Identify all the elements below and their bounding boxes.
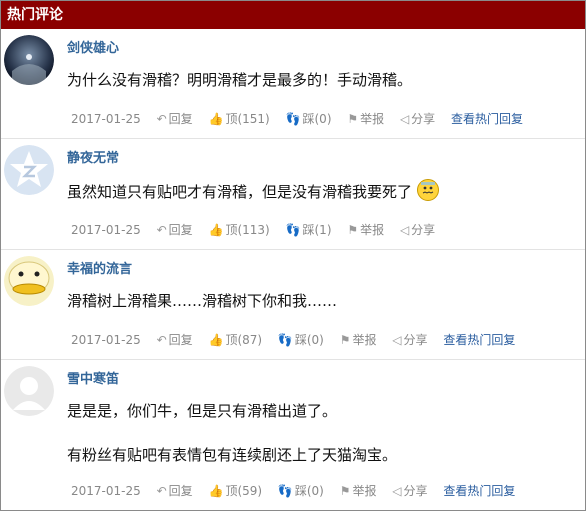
star-logo-avatar-icon[interactable] [4,145,54,195]
share-icon: ◁ [399,112,410,126]
comment-item: 静夜无常 虽然知道只有贴吧才有滑稽，但是没有滑稽我要死了 2017-01-25 … [1,139,585,250]
share-button[interactable]: ◁ 分享 [400,110,435,127]
report-button[interactable]: ⚑ 举报 [347,221,384,238]
space-earth-avatar-icon[interactable] [4,35,54,85]
reply-icon: ↶ [156,112,167,126]
reply-icon: ↶ [156,333,167,347]
comment-text: 为什么没有滑稽？明明滑稽才是最多的！手动滑稽。 [67,71,413,89]
comment-text: 是是是，你们牛，但是只有滑稽出道了。 [67,402,338,420]
thumbs-up-icon: 👍 [208,333,224,347]
share-icon: ◁ [392,484,402,498]
share-button[interactable]: ◁ 分享 [392,482,427,499]
footprint-icon: 👣 [285,112,301,126]
report-button[interactable]: ⚑ 举报 [340,331,377,348]
report-button[interactable]: ⚑ 举报 [347,110,384,127]
panel-title: 热门评论 [1,1,585,29]
flag-icon: ⚑ [339,484,351,498]
report-button[interactable]: ⚑ 举报 [340,482,377,499]
footprint-icon: 👣 [277,333,293,347]
flag-icon: ⚑ [347,223,359,237]
view-hot-replies-link[interactable]: 查看热门回复 [451,110,523,127]
reply-icon: ↶ [156,223,167,237]
footprint-icon: 👣 [285,223,301,237]
view-hot-replies-link[interactable]: 查看热门回复 [443,482,515,499]
dislike-button[interactable]: 👣 踩(0) [286,110,332,127]
comment-actions: 2017-01-25 ↶ 回复 👍 顶(87) 👣 踩(0) ⚑ 举报 ◁ 分享 查看热门… [71,331,527,348]
reply-button[interactable]: ↶ 回复 [157,221,193,238]
comment-text: 虽然知道只有贴吧才有滑稽，但是没有滑稽我要死了 [67,179,575,203]
dislike-button[interactable]: 👣 踩(0) [278,331,324,348]
reply-icon: ↶ [156,484,167,498]
hot-comments-panel: 热门评论 剑侠雄心 为什么没有滑稽？明明滑稽才是最多的！手动滑稽。 2017-0… [0,0,586,511]
dislike-button[interactable]: 👣 踩(0) [278,482,324,499]
comment-text: 滑稽树上滑稽果……滑稽树下你和我…… [67,292,338,310]
comment-actions: 2017-01-25 ↶ 回复 👍 顶(151) 👣 踩(0) ⚑ 举报 ◁ 分享 查看热… [71,110,535,127]
thumbs-up-icon: 👍 [208,223,224,237]
comment-item: 幸福的流言 滑稽树上滑稽果……滑稽树下你和我…… 2017-01-25 ↶ 回复 … [1,250,585,360]
comment-actions: 2017-01-25 ↶ 回复 👍 顶(59) 👣 踩(0) ⚑ 举报 ◁ 分享 查看热门… [71,482,527,499]
share-icon: ◁ [392,333,402,347]
comment-date: 2017-01-25 [71,483,141,498]
nervous-emoji-icon [416,179,439,201]
thumbs-up-icon: 👍 [208,112,224,126]
comment-date: 2017-01-25 [71,222,141,237]
like-button[interactable]: 👍 顶(87) [208,331,262,348]
share-button[interactable]: ◁ 分享 [400,221,435,238]
flag-icon: ⚑ [339,333,351,347]
comment-item: 雪中寒笛 是是是，你们牛，但是只有滑稽出道了。 有粉丝有贴吧有表情包有连续剧还上… [1,360,585,510]
like-button[interactable]: 👍 顶(113) [208,221,269,238]
dislike-button[interactable]: 👣 踩(1) [286,221,332,238]
default-user-avatar-icon[interactable] [4,366,54,416]
flag-icon: ⚑ [347,112,359,126]
comment-item: 剑侠雄心 为什么没有滑稽？明明滑稽才是最多的！手动滑稽。 2017-01-25 … [1,29,585,139]
reply-button[interactable]: ↶ 回复 [157,331,193,348]
share-button[interactable]: ◁ 分享 [392,331,427,348]
comment-username[interactable]: 幸福的流言 [67,250,575,277]
reply-button[interactable]: ↶ 回复 [157,482,193,499]
comment-text: 有粉丝有贴吧有表情包有连续剧还上了天猫淘宝。 [67,446,398,464]
like-button[interactable]: 👍 顶(151) [208,110,269,127]
like-button[interactable]: 👍 顶(59) [208,482,262,499]
comment-username[interactable]: 静夜无常 [67,139,575,166]
comment-username[interactable]: 雪中寒笛 [67,360,575,387]
comment-date: 2017-01-25 [71,111,141,126]
comment-date: 2017-01-25 [71,332,141,347]
duck-cartoon-avatar-icon[interactable] [4,256,54,306]
footprint-icon: 👣 [277,484,293,498]
share-icon: ◁ [399,223,410,237]
reply-button[interactable]: ↶ 回复 [157,110,193,127]
comment-username[interactable]: 剑侠雄心 [67,29,575,56]
view-hot-replies-link[interactable]: 查看热门回复 [443,331,515,348]
thumbs-up-icon: 👍 [208,484,224,498]
comment-actions: 2017-01-25 ↶ 回复 👍 顶(113) 👣 踩(1) ⚑ 举报 ◁ 分享 [71,221,447,238]
